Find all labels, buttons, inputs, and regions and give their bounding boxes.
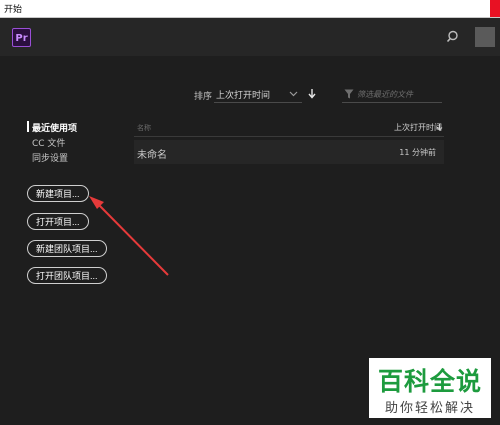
- watermark-subtitle: 助你轻松解决: [384, 401, 475, 416]
- watermark-badge: 百科全说 助你轻松解决: [369, 358, 491, 418]
- watermark-title: 百科全说: [377, 367, 482, 396]
